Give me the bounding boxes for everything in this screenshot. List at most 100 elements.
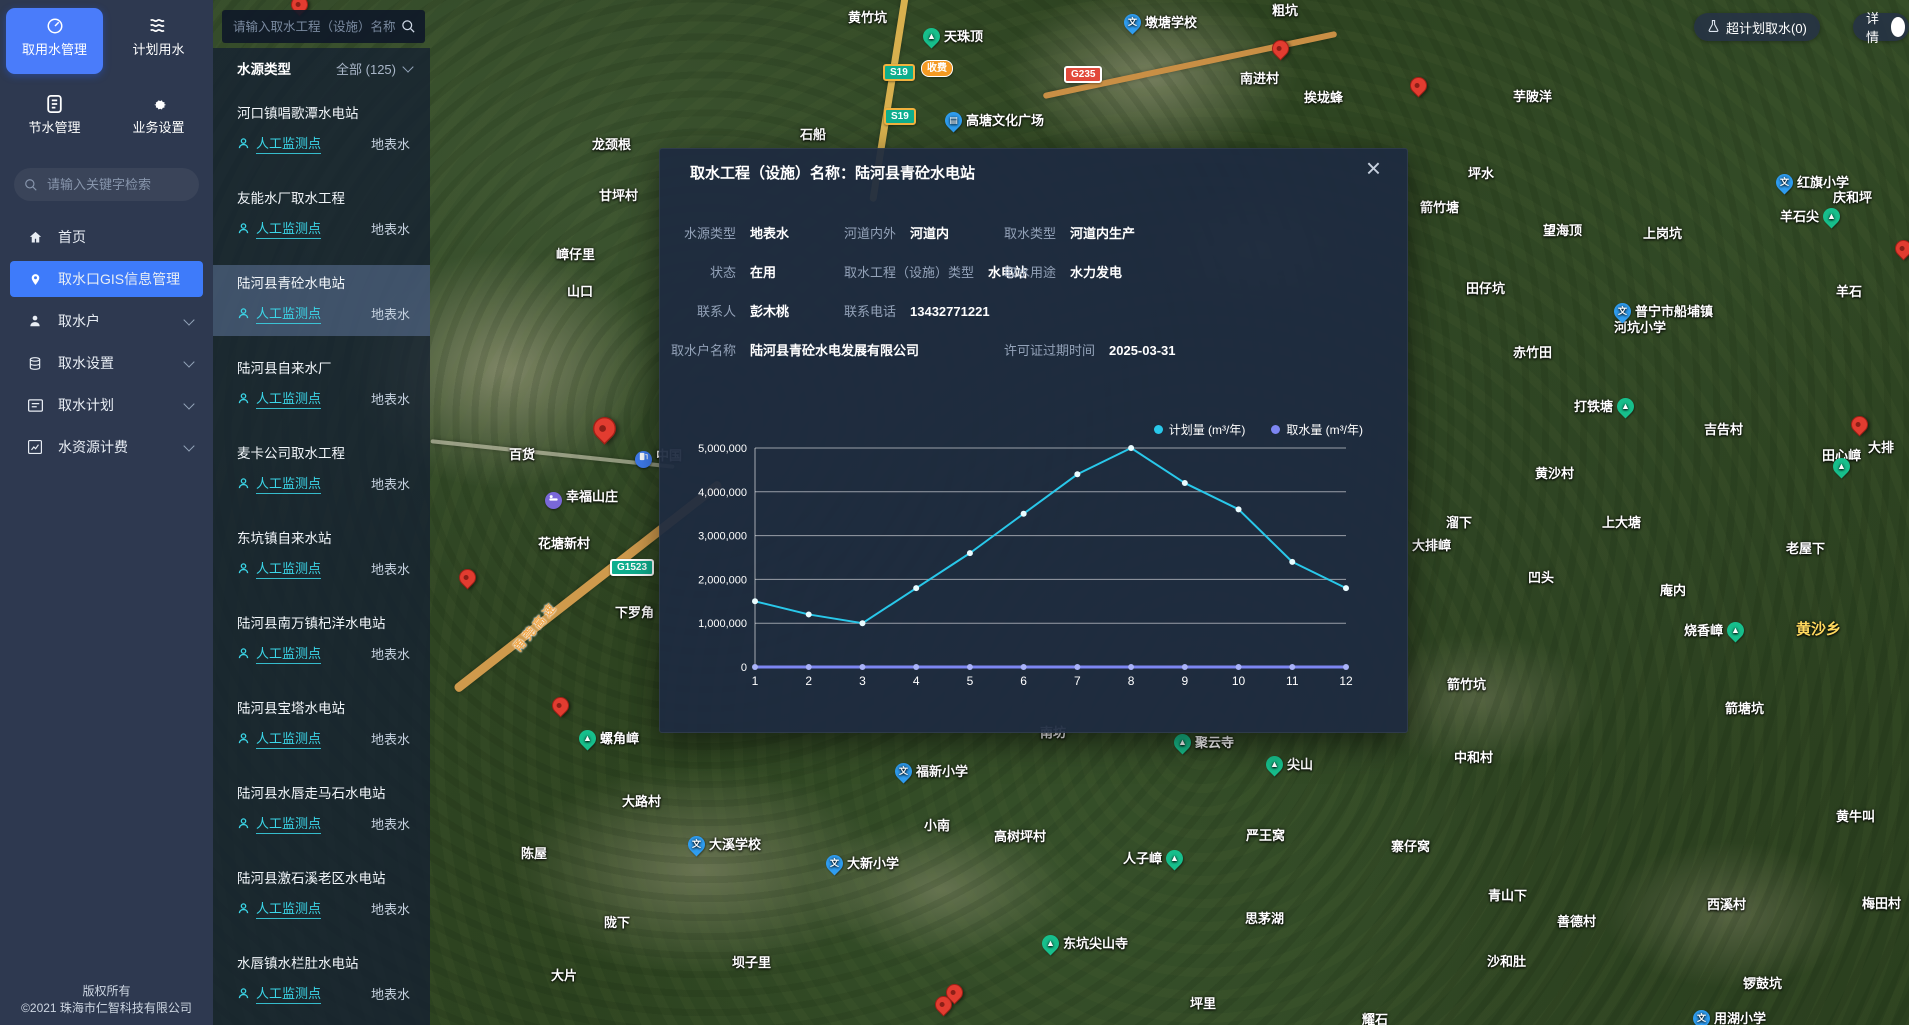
map-label: 大排嶂: [1412, 538, 1451, 553]
sidebar-item-water-billing[interactable]: 水资源计费: [0, 426, 213, 468]
monitor-type-link[interactable]: 人工监测点: [256, 983, 321, 1004]
app-card-1[interactable]: 取用水管理: [6, 8, 103, 74]
monitor-type-link[interactable]: 人工监测点: [256, 218, 321, 239]
facility-list-header: 水源类型 全部 (125): [213, 48, 430, 88]
facility-list-item[interactable]: 东坑镇自来水站人工监测点地表水: [213, 520, 430, 591]
map-label: 箭竹坑: [1447, 677, 1486, 692]
map-label: 青山下: [1488, 888, 1527, 903]
sidebar-search-input[interactable]: [45, 176, 189, 193]
chevron-down-icon[interactable]: [183, 314, 194, 325]
detail-label: 详情: [1866, 8, 1885, 46]
app-card-2[interactable]: 计划用水: [110, 8, 207, 74]
monitor-type-link[interactable]: 人工监测点: [256, 473, 321, 494]
map-label: 小南: [924, 818, 950, 833]
facility-list-item[interactable]: 水唇镇水栏肚水电站人工监测点地表水: [213, 945, 430, 1016]
culture-plaza-icon: ▤: [941, 108, 965, 132]
field-contact: 联系人彭木桃: [670, 301, 789, 320]
chevron-down-icon[interactable]: [183, 440, 194, 451]
monitor-type-link[interactable]: 人工监测点: [256, 728, 321, 749]
app-window: 甬莞高速 黄竹坑▲天珠顶文墩塘学校粗坑南进村挨垅蜂芋陂洋龙颈根石船▤高塘文化广场…: [0, 0, 1909, 1025]
facility-list-item[interactable]: 陆河县南万镇杞洋水电站人工监测点地表水: [213, 605, 430, 676]
person-icon: [237, 222, 250, 235]
map-label: ▲天珠顶: [923, 28, 983, 45]
facility-name: 陆河县宝塔水电站: [237, 700, 410, 718]
map-label: 芋陂洋: [1513, 89, 1552, 104]
map-label: 老屋下: [1786, 541, 1825, 556]
monitor-type-link[interactable]: 人工监测点: [256, 558, 321, 579]
facility-list-item[interactable]: 陆河县自来水厂人工监测点地表水: [213, 350, 430, 421]
field-source-type: 水源类型地表水: [670, 223, 789, 242]
map-label: 人子嶂▲: [1123, 850, 1183, 867]
map-label: 文福新小学: [895, 763, 968, 780]
svg-text:2,000,000: 2,000,000: [698, 574, 747, 586]
water-source-label: 地表水: [371, 304, 410, 323]
home-icon: [26, 230, 44, 245]
map-label: 大排: [1868, 440, 1894, 455]
svg-text:4: 4: [913, 674, 920, 688]
water-source-label: 地表水: [371, 899, 410, 918]
svg-text:6: 6: [1020, 674, 1027, 688]
field-license-expire: 许可证过期时间2025-03-31: [1004, 340, 1176, 359]
map-label: 粗坑: [1272, 3, 1298, 18]
map-label: 高树坪村: [994, 829, 1046, 844]
map-label: 黄沙乡: [1796, 622, 1841, 637]
facility-name: 东坑镇自来水站: [237, 530, 410, 548]
app-icon: [110, 17, 207, 37]
map-label: 文红旗小学: [1776, 174, 1849, 191]
monitor-type-link[interactable]: 人工监测点: [256, 303, 321, 324]
map-label: 陈屋: [521, 846, 547, 861]
svg-text:7: 7: [1074, 674, 1081, 688]
sidebar-item-intake-settings[interactable]: 取水设置: [0, 342, 213, 384]
filter-all-count[interactable]: 全部 (125): [336, 59, 396, 78]
school-icon: 文: [822, 851, 846, 875]
map-label: 龙颈根: [592, 137, 631, 152]
facility-list-item[interactable]: 麦卡公司取水工程人工监测点地表水: [213, 435, 430, 506]
school-icon: 文: [1120, 10, 1144, 34]
facility-name: 陆河县自来水厂: [237, 360, 410, 378]
facility-list-item[interactable]: 友能水厂取水工程人工监测点地表水: [213, 180, 430, 251]
sidebar-item-home[interactable]: 首页: [0, 216, 213, 258]
facility-list-item[interactable]: 陆河县激石溪老区水电站人工监测点地表水: [213, 860, 430, 931]
intake-plan-icon: [26, 399, 44, 412]
svg-text:2: 2: [805, 674, 812, 688]
monitor-type-link[interactable]: 人工监测点: [256, 813, 321, 834]
app-card-3[interactable]: 节水管理: [6, 86, 103, 152]
search-icon[interactable]: [401, 19, 416, 34]
flask-icon: [1707, 19, 1720, 36]
facility-list-item[interactable]: 陆河县水唇走马石水电站人工监测点地表水: [213, 775, 430, 846]
map-label: 幸福山庄: [545, 489, 618, 509]
facility-list-item[interactable]: 陆河县宝塔水电站人工监测点地表水: [213, 690, 430, 761]
chevron-down-icon[interactable]: [183, 356, 194, 367]
facility-list-item[interactable]: 河口镇唱歌潭水电站人工监测点地表水: [213, 95, 430, 166]
facility-search-box[interactable]: [222, 10, 425, 43]
app-card-4[interactable]: 业务设置: [110, 86, 207, 152]
map-label: 文普宁市船埔镇河坑小学: [1614, 303, 1713, 335]
monitor-type-link[interactable]: 人工监测点: [256, 133, 321, 154]
map-label: 坪水: [1468, 166, 1494, 181]
sidebar-item-intake-plan[interactable]: 取水计划: [0, 384, 213, 426]
chevron-down-icon[interactable]: [402, 61, 413, 72]
monitor-type-link[interactable]: 人工监测点: [256, 643, 321, 664]
map-label: 西溪村: [1707, 897, 1746, 912]
mountain-icon: ▲: [919, 24, 943, 48]
monitor-type-link[interactable]: 人工监测点: [256, 898, 321, 919]
over-plan-intake-button[interactable]: 超计划取水(0): [1694, 13, 1820, 41]
sidebar-item-water-user[interactable]: 取水户: [0, 300, 213, 342]
monitor-type-link[interactable]: 人工监测点: [256, 388, 321, 409]
close-icon[interactable]: ×: [1366, 153, 1381, 183]
water-user-icon: [26, 314, 44, 328]
map-label: 上岗坑: [1643, 226, 1682, 241]
map-label: 文用湖小学: [1693, 1010, 1766, 1025]
map-label: 嶂仔里: [556, 247, 595, 262]
mountain-icon: ▲: [1262, 752, 1286, 776]
toggle-knob[interactable]: [1891, 17, 1905, 37]
facility-search-input[interactable]: [231, 19, 401, 35]
sidebar-item-gis-info[interactable]: 取水口GIS信息管理: [10, 261, 203, 297]
map-label: 山口: [567, 284, 593, 299]
detail-toggle[interactable]: 详情: [1853, 13, 1909, 41]
chevron-down-icon[interactable]: [183, 398, 194, 409]
school-icon: 文: [1689, 1006, 1713, 1025]
facility-list-item[interactable]: 陆河县青砼水电站人工监测点地表水: [213, 265, 430, 336]
sidebar-search-box[interactable]: [14, 168, 199, 201]
svg-text:8: 8: [1128, 674, 1135, 688]
